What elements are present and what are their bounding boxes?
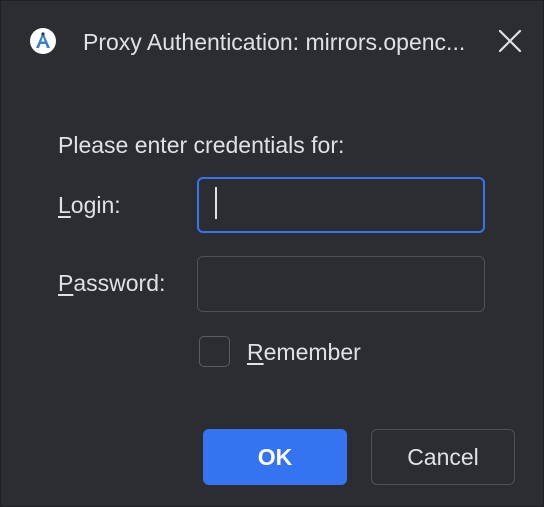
password-label: Password:: [58, 269, 165, 297]
remember-mnemonic: R: [247, 339, 264, 365]
login-mnemonic: L: [58, 192, 71, 218]
text-caret: [215, 187, 217, 219]
credentials-prompt: Please enter credentials for:: [58, 132, 345, 158]
close-icon[interactable]: [497, 28, 523, 54]
ok-button[interactable]: OK: [203, 429, 347, 485]
password-label-text: assword:: [73, 270, 166, 296]
remember-checkbox[interactable]: [199, 336, 230, 367]
login-label: Login:: [58, 191, 121, 219]
proxy-auth-dialog: Proxy Authentication: mirrors.openc... P…: [0, 0, 544, 507]
remember-label[interactable]: Remember: [247, 338, 361, 366]
dialog-title: Proxy Authentication: mirrors.openc...: [83, 29, 466, 55]
password-input[interactable]: [197, 256, 485, 312]
cancel-button[interactable]: Cancel: [371, 429, 515, 485]
password-mnemonic: P: [58, 270, 74, 296]
title-bar: Proxy Authentication: mirrors.openc...: [1, 1, 544, 81]
login-label-text: ogin:: [70, 192, 121, 218]
android-studio-icon: [29, 27, 57, 55]
remember-label-text: emember: [263, 339, 361, 365]
login-input[interactable]: [197, 177, 485, 233]
